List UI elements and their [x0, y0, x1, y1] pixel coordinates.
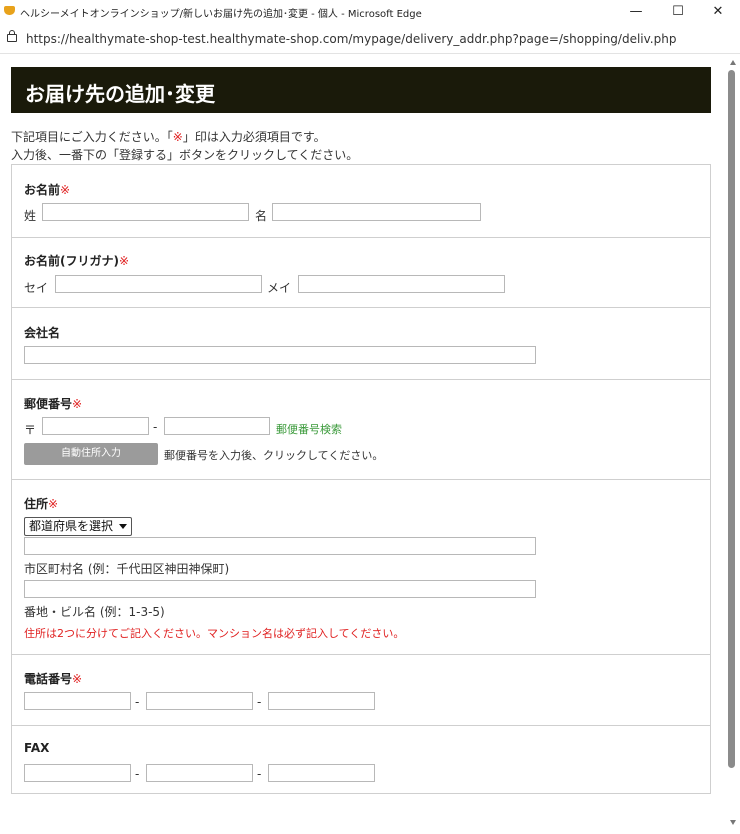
company-label: 会社名	[24, 326, 61, 340]
window-title: ヘルシーメイトオンラインショップ/新しいお届け先の追加･変更 - 個人 - Mi…	[20, 9, 422, 20]
prefecture-select[interactable]: 都道府県を選択	[24, 517, 132, 536]
row-fax: FAX - -	[12, 725, 710, 793]
fax2-input[interactable]	[146, 764, 253, 782]
fax3-input[interactable]	[268, 764, 375, 782]
tel-label: 電話番号※	[24, 672, 83, 686]
address-bar[interactable]: https://healthymate-shop-test.healthymat…	[0, 26, 740, 52]
url-text[interactable]: https://healthymate-shop-test.healthymat…	[26, 32, 676, 46]
tel2-input[interactable]	[146, 692, 253, 710]
intro-line1-b: 」印は入力必須項目です。	[182, 130, 326, 144]
row-kana: お名前(フリガナ)※ セイ メイ	[12, 237, 710, 307]
zip2-input[interactable]	[164, 417, 270, 435]
lock-icon[interactable]	[7, 30, 17, 42]
address1-hint: 市区町村名 (例：千代田区神田神保町)	[24, 562, 230, 576]
required-mark: ※	[172, 130, 183, 144]
minimize-button[interactable]: —	[626, 3, 646, 21]
close-button[interactable]: ✕	[708, 3, 728, 21]
title-bar: ヘルシーメイトオンラインショップ/新しいお届け先の追加･変更 - 個人 - Mi…	[0, 0, 740, 24]
address2-input[interactable]	[24, 580, 536, 598]
first-name-kana-input[interactable]	[298, 275, 505, 293]
address1-input[interactable]	[24, 537, 536, 555]
fax-label: FAX	[24, 741, 50, 755]
kana-mei-label: メイ	[267, 281, 292, 295]
company-input[interactable]	[24, 346, 536, 364]
intro-line1-a: 下記項目にご入力ください。「	[11, 130, 173, 144]
row-company: 会社名	[12, 307, 710, 379]
intro-text: 下記項目にご入力ください。「※」印は入力必須項目です。 入力後、一番下の「登録す…	[11, 128, 358, 164]
row-address: 住所※ 都道府県を選択 市区町村名 (例：千代田区神田神保町) 番地・ビル名 (…	[12, 479, 710, 654]
zip-prefix: 〒	[24, 423, 37, 437]
auto-address-hint: 郵便番号を入力後、クリックしてください。	[164, 449, 384, 462]
zip-search-link[interactable]: 郵便番号検索	[276, 421, 342, 437]
chrome-divider	[0, 53, 740, 54]
sei-label: 姓	[24, 209, 37, 223]
required-mark: ※	[72, 397, 83, 411]
row-zip: 郵便番号※ 〒 - 郵便番号検索 自動住所入力 郵便番号を入力後、クリックしてく…	[12, 379, 710, 479]
address-note: 住所は2つに分けてご記入ください。マンション名は必ず記入してください。	[24, 627, 405, 640]
fax-separator-1: -	[135, 767, 140, 781]
tel-separator-2: -	[257, 695, 262, 709]
chevron-down-icon	[119, 524, 127, 529]
maximize-button[interactable]: ☐	[668, 3, 688, 21]
name-label: お名前※	[24, 183, 71, 197]
fax1-input[interactable]	[24, 764, 131, 782]
row-tel: 電話番号※ - -	[12, 654, 710, 725]
required-mark: ※	[72, 672, 83, 686]
kana-sei-label: セイ	[24, 281, 49, 295]
page-header: お届け先の追加･変更	[11, 67, 711, 113]
required-mark: ※	[48, 497, 59, 511]
row-name: お名前※ 姓 名	[12, 165, 710, 237]
address-label: 住所※	[24, 497, 59, 511]
tel3-input[interactable]	[268, 692, 375, 710]
delivery-form: お名前※ 姓 名 お名前(フリガナ)※ セイ メイ 会社名 郵便番号※ 〒 - …	[11, 164, 711, 794]
zip-label: 郵便番号※	[24, 397, 83, 411]
last-name-kana-input[interactable]	[55, 275, 262, 293]
zip-separator: -	[153, 420, 158, 434]
tel1-input[interactable]	[24, 692, 131, 710]
prefecture-selected: 都道府県を選択	[29, 519, 114, 533]
browser-app-icon	[4, 6, 15, 15]
mei-label: 名	[255, 209, 268, 223]
tel-separator-1: -	[135, 695, 140, 709]
required-mark: ※	[60, 183, 71, 197]
scroll-down-arrow-icon[interactable]	[730, 820, 736, 825]
last-name-input[interactable]	[42, 203, 249, 221]
first-name-input[interactable]	[272, 203, 481, 221]
auto-address-button[interactable]: 自動住所入力	[24, 443, 158, 465]
required-mark: ※	[118, 254, 130, 268]
scrollbar-thumb[interactable]	[728, 70, 735, 768]
scroll-up-arrow-icon[interactable]	[730, 60, 736, 65]
kana-label: お名前(フリガナ)※	[24, 254, 130, 268]
page-title: お届け先の追加･変更	[25, 82, 215, 106]
fax-separator-2: -	[257, 767, 262, 781]
intro-line2: 入力後、一番下の「登録する」ボタンをクリックしてください。	[11, 148, 359, 162]
zip1-input[interactable]	[42, 417, 149, 435]
address2-hint: 番地・ビル名 (例：1-3-5)	[24, 605, 165, 619]
